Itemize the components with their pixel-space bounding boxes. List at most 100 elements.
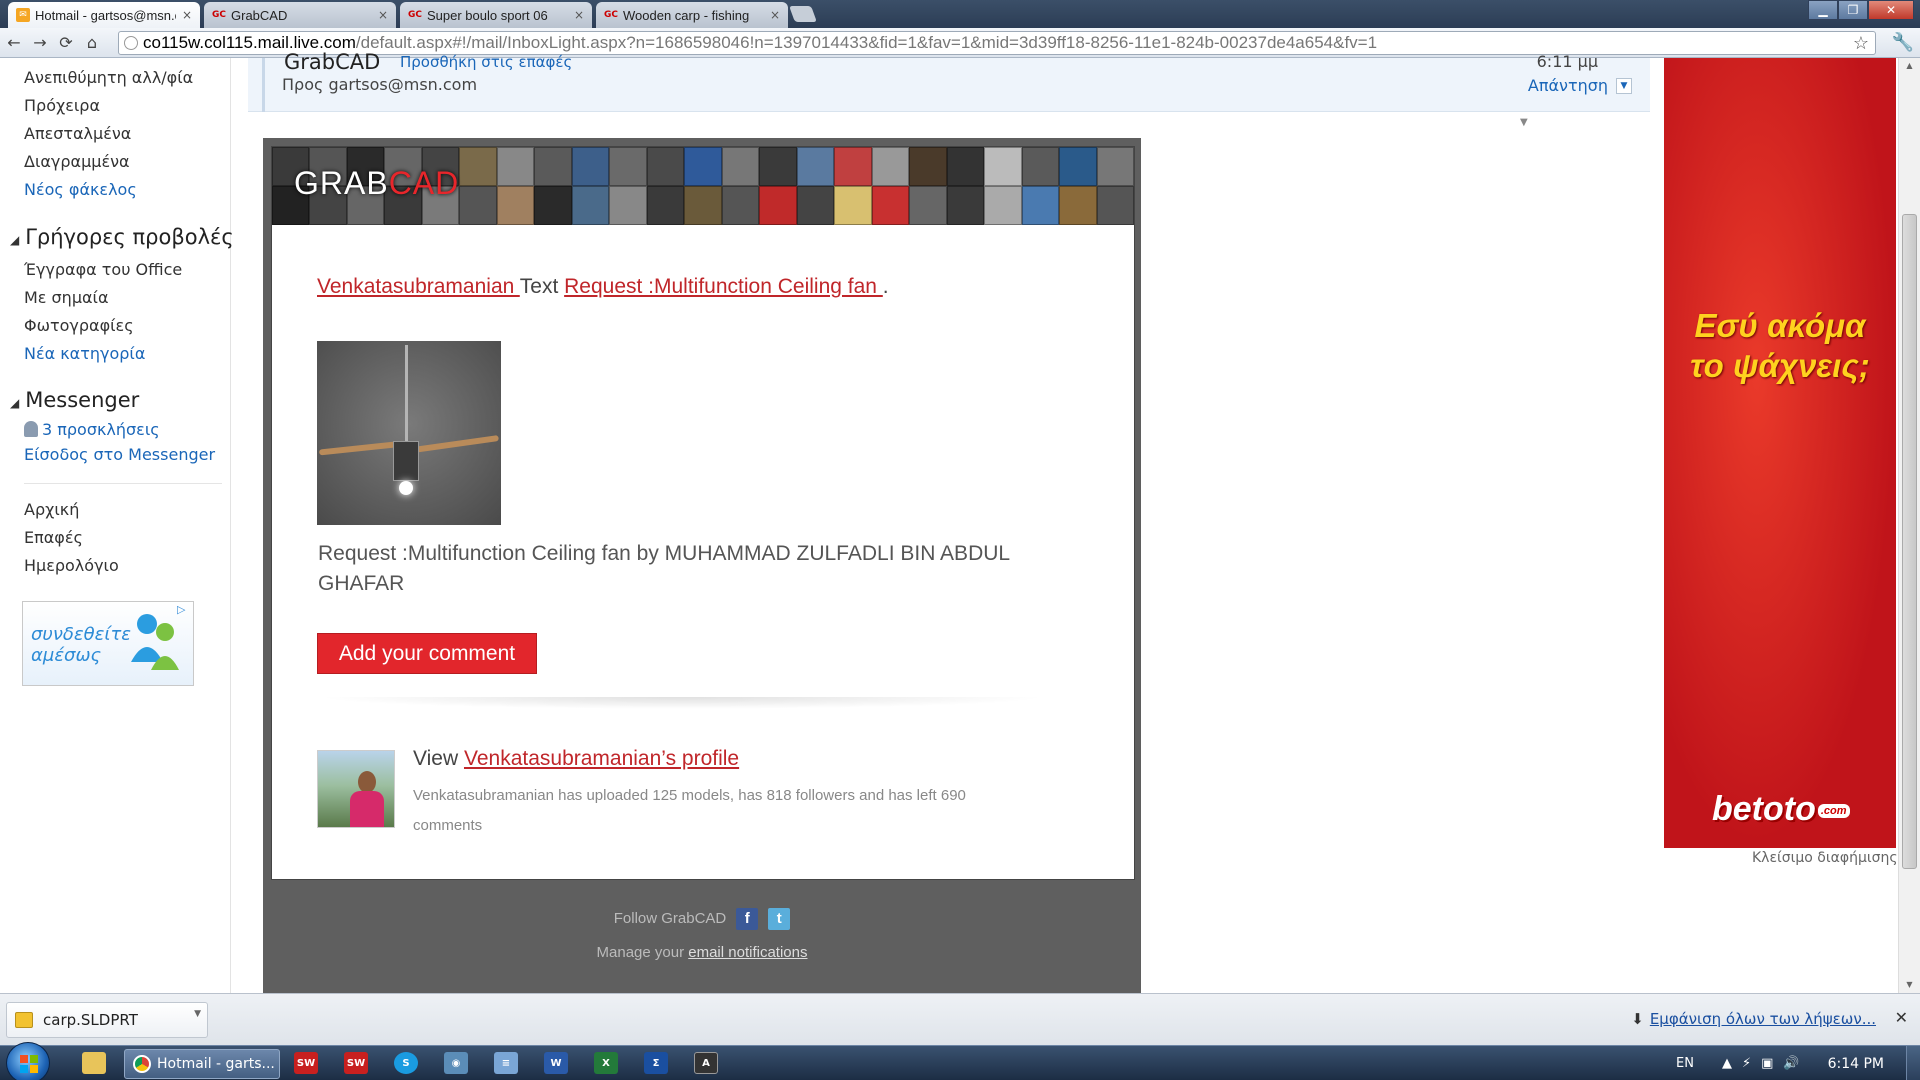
tab-super-boulo[interactable]: GC Super boulo sport 06 × <box>400 2 592 28</box>
email-notifications-link[interactable]: email notifications <box>688 944 807 961</box>
sidebar-item-office-docs[interactable]: Έγγραφα του Office <box>24 260 182 279</box>
view-profile-line: View Venkatasubramanian’s profile <box>413 747 740 770</box>
star-icon[interactable]: ☆ <box>1853 33 1869 54</box>
language-indicator[interactable]: EN <box>1676 1056 1694 1071</box>
maximize-button[interactable]: ❐ <box>1838 0 1868 20</box>
grabcad-email-content: GRABCAD Venkatasubramanian Text Request … <box>271 146 1135 880</box>
show-all-downloads-link[interactable]: ⬇ Εμφάνιση όλων των λήψεων... <box>1631 1010 1876 1028</box>
gc-icon: GC <box>408 10 422 20</box>
wrench-icon[interactable]: 🔧 <box>1892 32 1914 53</box>
sidebar-item-drafts[interactable]: Πρόχειρα <box>24 96 100 115</box>
close-icon[interactable]: × <box>770 8 780 22</box>
sidebar-item-contacts[interactable]: Επαφές <box>24 528 83 547</box>
arch-icon[interactable]: A <box>694 1052 718 1074</box>
ad-slogan: Εσύ ακόμα το ψάχνεις; <box>1690 307 1870 384</box>
sidebar-item-junk[interactable]: Ανεπιθύμητη αλλ/φία <box>24 68 193 87</box>
close-icon[interactable]: × <box>182 8 192 22</box>
profile-link[interactable]: Venkatasubramanian’s profile <box>464 747 739 770</box>
taskbar-chrome-hotmail[interactable]: Hotmail - garts... <box>124 1049 280 1079</box>
tab-title: Wooden carp - fishing <box>623 7 750 23</box>
volume-icon[interactable]: 🔊 <box>1783 1056 1799 1071</box>
explorer-icon[interactable] <box>82 1052 106 1074</box>
scroll-down-icon[interactable]: ▼ <box>1899 977 1920 993</box>
sender-name: GrabCAD <box>284 50 381 74</box>
show-desktop-button[interactable] <box>1906 1046 1920 1080</box>
back-icon[interactable]: ← <box>2 33 26 52</box>
start-button[interactable] <box>6 1042 50 1080</box>
ad-brand-logo: betoto .com <box>1712 790 1850 829</box>
avatar[interactable] <box>317 750 395 828</box>
quick-views-heading[interactable]: ◢ Γρήγορες προβολές <box>10 225 234 249</box>
reply-dropdown-button[interactable]: ▼ <box>1616 78 1632 94</box>
tab-wooden-carp[interactable]: GC Wooden carp - fishing × <box>596 2 788 28</box>
skype-icon[interactable]: S <box>394 1052 418 1074</box>
page-icon <box>124 36 138 50</box>
close-ad-link[interactable]: Κλείσιμο διαφήμισης <box>1752 850 1898 866</box>
model-thumbnail[interactable] <box>317 341 501 525</box>
tab-hotmail[interactable]: ✉ Hotmail - gartsos@msn.com × <box>8 2 200 28</box>
messenger-invites-link[interactable]: 3 προσκλήσεις <box>24 420 160 439</box>
new-tab-button[interactable] <box>789 6 817 22</box>
address-bar[interactable]: co115w.col115.mail.live.com /default.asp… <box>118 31 1876 55</box>
reply-link[interactable]: Απάντηση <box>1528 76 1608 95</box>
home-icon[interactable]: ⌂ <box>80 33 104 52</box>
advertisement-banner[interactable]: Εσύ ακόμα το ψάχνεις; betoto .com <box>1664 58 1896 848</box>
power-icon[interactable]: ⚡ <box>1742 1056 1751 1071</box>
recipient-line: Προς gartsos@msn.com <box>282 75 478 94</box>
manage-notifications: Manage your email notifications <box>596 944 808 961</box>
word-icon[interactable]: W <box>544 1052 568 1074</box>
reload-icon[interactable]: ⟳ <box>54 33 78 52</box>
notepad-icon[interactable]: ≡ <box>494 1052 518 1074</box>
facebook-icon[interactable]: f <box>736 908 759 930</box>
collapse-arrow-icon[interactable]: ▼ <box>1520 117 1528 128</box>
close-icon[interactable]: × <box>378 8 388 22</box>
download-shelf: carp.SLDPRT ▼ ⬇ Εμφάνιση όλων των λήψεων.… <box>0 993 1920 1045</box>
chevron-down-icon[interactable]: ▼ <box>194 1009 201 1019</box>
scroll-up-icon[interactable]: ▲ <box>1899 58 1920 74</box>
tray-expand-icon[interactable]: ▲ <box>1722 1056 1732 1071</box>
twitter-icon[interactable]: t <box>768 908 791 930</box>
network-icon[interactable]: ◉ <box>444 1052 468 1074</box>
gc-icon: GC <box>604 10 618 20</box>
forward-icon[interactable]: → <box>28 33 52 52</box>
solidworks-2-icon[interactable]: SW <box>344 1052 368 1074</box>
add-contact-link[interactable]: Προσθήκη στις επαφές <box>400 53 572 71</box>
profile-stats: Venkatasubramanian has uploaded 125 mode… <box>413 787 966 834</box>
network-tray-icon[interactable]: ▣ <box>1761 1056 1773 1071</box>
close-shelf-icon[interactable]: ✕ <box>1895 1008 1908 1027</box>
sidebar-item-home[interactable]: Αρχική <box>24 500 79 519</box>
grabcad-email: GRABCAD Venkatasubramanian Text Request … <box>263 138 1141 994</box>
sidebar-item-calendar[interactable]: Ημερολόγιο <box>24 556 119 575</box>
minimize-button[interactable]: ▁ <box>1808 0 1838 20</box>
tab-grabcad[interactable]: GC GrabCAD × <box>204 2 396 28</box>
notification-headline: Venkatasubramanian Text Request :Multifu… <box>317 275 889 298</box>
ad-choices-icon[interactable]: ▷ <box>177 603 191 617</box>
system-tray: EN ▲ ⚡ ▣ 🔊 6:14 PM <box>1676 1046 1920 1080</box>
grabcad-banner: GRABCAD <box>272 147 1134 225</box>
messenger-heading[interactable]: ◢ Messenger <box>10 388 139 412</box>
collapse-triangle-icon: ◢ <box>10 233 20 247</box>
request-link[interactable]: Request :Multifunction Ceiling fan <box>564 275 883 298</box>
sidebar-item-deleted[interactable]: Διαγραμμένα <box>24 152 130 171</box>
tab-title: Super boulo sport 06 <box>427 7 548 23</box>
messenger-signin-link[interactable]: Είσοδος στο Messenger <box>24 445 215 464</box>
sidebar-item-sent[interactable]: Απεσταλμένα <box>24 124 131 143</box>
browser-tabstrip: ✉ Hotmail - gartsos@msn.com × GC GrabCAD… <box>0 0 1920 28</box>
add-comment-button[interactable]: Add your comment <box>317 633 537 674</box>
sidebar-item-flagged[interactable]: Με σημαία <box>24 288 109 307</box>
excel-icon[interactable]: X <box>594 1052 618 1074</box>
user-name-link[interactable]: Venkatasubramanian <box>317 275 520 298</box>
solidworks-icon[interactable]: SW <box>294 1052 318 1074</box>
new-category-link[interactable]: Νέα κατηγορία <box>24 344 145 363</box>
clock[interactable]: 6:14 PM <box>1828 1056 1884 1072</box>
sidebar-item-photos[interactable]: Φωτογραφίες <box>24 316 134 335</box>
close-icon[interactable]: × <box>574 8 584 22</box>
scrollbar-thumb[interactable] <box>1902 214 1917 869</box>
messenger-ad[interactable]: συνδεθείτε αμέσως ▷ <box>22 601 194 686</box>
window-close-button[interactable]: ✕ <box>1868 0 1914 20</box>
sigma-icon[interactable]: Σ <box>644 1052 668 1074</box>
download-item[interactable]: carp.SLDPRT ▼ <box>6 1002 208 1038</box>
tab-title: GrabCAD <box>231 7 288 23</box>
page-scrollbar[interactable]: ▲ ▼ <box>1898 58 1920 993</box>
new-folder-link[interactable]: Νέος φάκελος <box>24 180 137 199</box>
